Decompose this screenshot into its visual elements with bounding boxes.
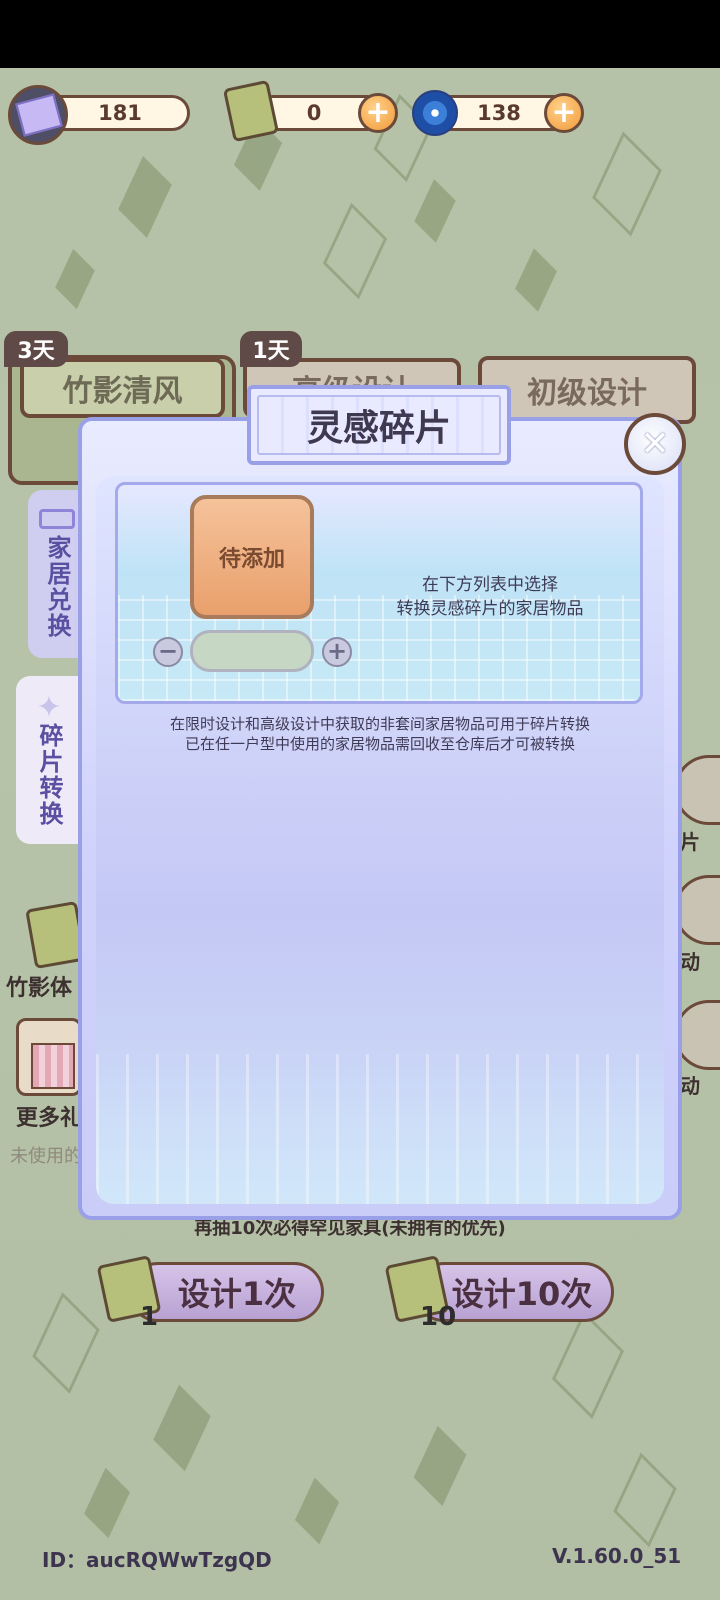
modal-title: 灵感碎片 — [257, 395, 501, 455]
fence-decoration — [96, 1054, 664, 1204]
quantity-field[interactable] — [190, 630, 314, 672]
note-line-1: 在限时设计和高级设计中获取的非套间家居物品可用于碎片转换 — [169, 715, 590, 733]
item-slot-label: 待添加 — [218, 547, 285, 572]
item-slot[interactable]: 待添加 — [190, 495, 314, 619]
close-button[interactable]: ✕ — [624, 413, 686, 475]
modal-title-plate: 灵感碎片 — [247, 385, 511, 465]
increase-button[interactable]: + — [322, 637, 352, 667]
close-icon: ✕ — [640, 424, 670, 464]
instruction-line-1: 在下方列表中选择 — [422, 575, 558, 595]
instruction-line-2: 转换灵感碎片的家居物品 — [396, 599, 584, 619]
status-bar — [0, 0, 720, 68]
note-line-2: 已在任一户型中使用的家居物品需回收至仓库后才可被转换 — [184, 735, 575, 753]
decrease-button[interactable]: − — [153, 637, 183, 667]
